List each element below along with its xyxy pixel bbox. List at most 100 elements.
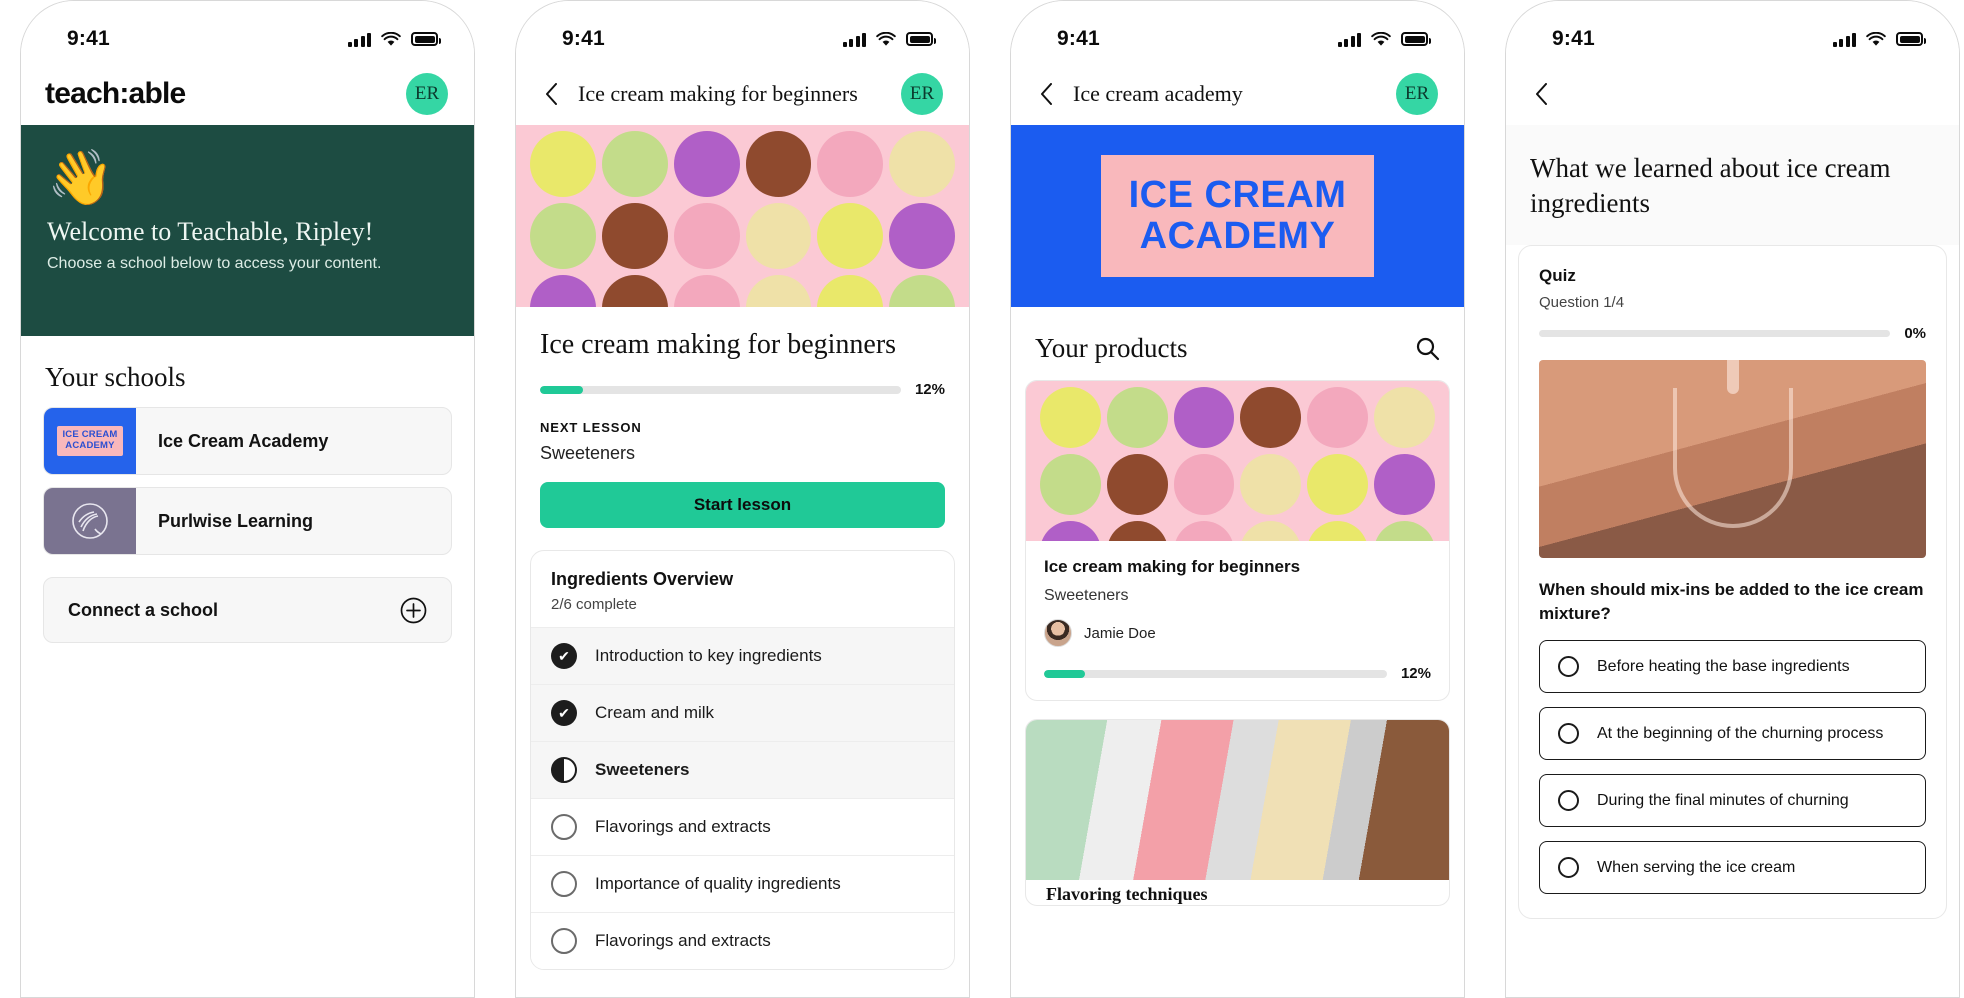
product-body: Ice cream making for beginners Sweetener…	[1026, 541, 1449, 700]
course-title: Ice cream making for beginners	[540, 329, 897, 360]
status-icons	[1832, 31, 1926, 47]
wifi-icon	[876, 31, 896, 46]
status-bar: 9:41	[516, 1, 969, 63]
yarn-ball-icon	[72, 503, 108, 539]
quiz-card: Quiz Question 1/4 0% When should mix-ins…	[1518, 245, 1947, 920]
top-nav-bar: Ice cream academy ER	[1011, 63, 1464, 125]
lesson-label: Importance of quality ingredients	[595, 874, 841, 893]
waving-hand-icon: 👋	[47, 148, 115, 208]
status-time: 9:41	[562, 27, 605, 50]
screenshot-stage: 9:41 teach:able ER 👋 Welcome to Teachabl…	[0, 0, 1964, 998]
avatar[interactable]: ER	[406, 73, 448, 115]
teachable-logo[interactable]: teach:able	[43, 77, 186, 111]
half-circle-icon	[551, 757, 577, 783]
plus-circle-icon[interactable]	[400, 597, 427, 624]
school-item-ice-cream-academy[interactable]: ICE CREAM ACADEMY Ice Cream Academy	[43, 407, 452, 475]
answer-option[interactable]: At the beginning of the churning process	[1539, 707, 1926, 761]
product-author: Jamie Doe	[1044, 619, 1431, 647]
quiz-kicker: Quiz	[1539, 266, 1576, 286]
cellular-bars-icon	[1832, 32, 1856, 47]
battery-icon	[1401, 32, 1431, 46]
progress-bar	[540, 385, 901, 394]
top-nav-bar	[1506, 63, 1959, 125]
lesson-list: ✔ Introduction to key ingredients ✔ Cream a…	[531, 627, 954, 969]
product-card[interactable]: Ice cream making for beginners Sweetener…	[1025, 380, 1450, 701]
lesson-row[interactable]: Flavorings and extracts	[531, 912, 954, 969]
status-icons	[1337, 31, 1431, 47]
quiz-progress: 0%	[1539, 325, 1926, 342]
answer-option[interactable]: Before heating the base ingredients	[1539, 640, 1926, 694]
progress-percent: 0%	[1904, 325, 1926, 343]
module-progress: 2/6 complete	[551, 596, 637, 613]
next-lesson-name: Sweeteners	[540, 443, 636, 463]
question-counter: Question 1/4	[1539, 294, 1625, 312]
welcome-title: Welcome to Teachable, Ripley!	[47, 217, 374, 246]
lesson-row[interactable]: Importance of quality ingredients	[531, 855, 954, 912]
lesson-row[interactable]: Sweeteners	[531, 741, 954, 798]
course-progress: 12%	[540, 381, 945, 398]
answer-option[interactable]: During the final minutes of churning	[1539, 774, 1926, 828]
banner-line-2: ACADEMY	[1139, 215, 1336, 257]
status-bar: 9:41	[1506, 1, 1959, 63]
author-name: Jamie Doe	[1084, 624, 1156, 642]
chevron-left-icon[interactable]	[538, 81, 564, 107]
product-progress: 12%	[1044, 665, 1431, 682]
battery-icon	[411, 32, 441, 46]
connect-a-school-button[interactable]: Connect a school	[43, 577, 452, 643]
whisk-mixing-photo	[1539, 360, 1926, 559]
status-icons	[347, 31, 441, 47]
phone-screen-school: 9:41 Ice cream academy ER ICE CREAM ACAD…	[1010, 0, 1465, 998]
radio-unselected-icon[interactable]	[1558, 656, 1579, 678]
battery-icon	[906, 32, 936, 46]
battery-icon	[1896, 32, 1926, 46]
avatar[interactable]: ER	[1396, 73, 1438, 115]
answer-option-label: When serving the ice cream	[1597, 858, 1796, 876]
course-header: Ice cream making for beginners 12% NEXT …	[516, 307, 969, 464]
radio-unselected-icon[interactable]	[1558, 723, 1579, 745]
product-name: Flavoring techniques	[1046, 884, 1208, 904]
school-name: Ice Cream Academy	[158, 430, 329, 451]
status-time: 9:41	[1057, 27, 1100, 50]
cellular-bars-icon	[842, 32, 866, 47]
gelato-tray-photo	[1026, 720, 1449, 880]
lesson-label: Flavorings and extracts	[595, 931, 771, 950]
radio-unselected-icon[interactable]	[1558, 857, 1579, 879]
progress-bar	[1044, 669, 1387, 678]
product-name: Ice cream making for beginners	[1044, 557, 1301, 576]
user-photo-avatar	[1044, 619, 1072, 647]
nav-title: Ice cream academy	[1073, 81, 1243, 106]
school-banner: ICE CREAM ACADEMY	[1011, 125, 1464, 307]
progress-percent: 12%	[914, 381, 945, 398]
chevron-left-icon[interactable]	[1528, 81, 1554, 107]
purlwise-learning-logo	[44, 488, 136, 554]
status-bar: 9:41	[1011, 1, 1464, 63]
check-circle-filled-icon: ✔	[551, 700, 577, 726]
next-lesson-eyebrow: NEXT LESSON	[540, 420, 642, 435]
lesson-label: Flavorings and extracts	[595, 817, 771, 836]
avatar[interactable]: ER	[901, 73, 943, 115]
banner-line-1: ICE CREAM	[1128, 173, 1347, 216]
status-icons	[842, 31, 936, 47]
check-circle-filled-icon: ✔	[551, 643, 577, 669]
lesson-row[interactable]: ✔ Introduction to key ingredients	[531, 627, 954, 684]
wifi-icon	[1866, 31, 1886, 46]
schools-heading: Your schools	[45, 362, 186, 392]
nav-title: Ice cream making for beginners	[578, 81, 858, 106]
status-time: 9:41	[67, 27, 110, 50]
lesson-row[interactable]: Flavorings and extracts	[531, 798, 954, 855]
progress-percent: 12%	[1400, 665, 1431, 682]
welcome-banner: 👋 Welcome to Teachable, Ripley! Choose a…	[21, 125, 474, 336]
cellular-bars-icon	[1337, 32, 1361, 47]
chevron-left-icon[interactable]	[1033, 81, 1059, 107]
search-icon[interactable]	[1415, 336, 1440, 361]
lesson-label: Introduction to key ingredients	[595, 646, 822, 665]
school-item-purlwise-learning[interactable]: Purlwise Learning	[43, 487, 452, 555]
status-bar: 9:41	[21, 1, 474, 63]
quiz-question: When should mix-ins be added to the ice …	[1539, 580, 1924, 624]
radio-unselected-icon[interactable]	[1558, 790, 1579, 812]
answer-option-label: Before heating the base ingredients	[1597, 657, 1850, 675]
answer-option[interactable]: When serving the ice cream	[1539, 841, 1926, 895]
start-lesson-button[interactable]: Start lesson	[540, 482, 945, 528]
product-card[interactable]: Flavoring techniques	[1025, 719, 1450, 906]
lesson-row[interactable]: ✔ Cream and milk	[531, 684, 954, 741]
